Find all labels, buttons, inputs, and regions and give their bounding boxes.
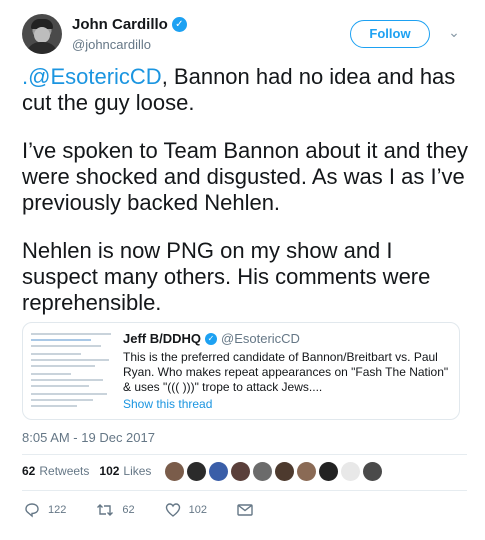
tweet-header: John Cardillo ✓ @johncardillo Follow ⌄ <box>22 14 467 58</box>
quoted-tweet-header: Jeff B/DDHQ ✓ @EsotericCD <box>123 331 300 346</box>
retweet-icon <box>97 504 114 516</box>
reply-count: 122 <box>48 504 67 516</box>
tweet-timestamp[interactable]: 8:05 AM - 19 Dec 2017 <box>22 430 155 445</box>
follow-button[interactable]: Follow <box>350 20 430 48</box>
author-avatar[interactable] <box>22 14 62 54</box>
liker-avatar[interactable] <box>341 461 361 481</box>
verified-badge-icon: ✓ <box>205 332 218 345</box>
reply-icon <box>25 503 39 518</box>
divider <box>22 490 467 491</box>
tweet-text: .@EsotericCD, Bannon had no idea and has… <box>22 64 470 338</box>
tweet-paragraph-3: Nehlen is now PNG on my show and I suspe… <box>22 238 431 315</box>
direct-message-action[interactable] <box>237 503 253 517</box>
chevron-down-icon[interactable]: ⌄ <box>446 24 462 40</box>
divider <box>22 454 467 455</box>
tweet-actions: 122 62 102 <box>24 502 283 518</box>
liker-avatar[interactable] <box>363 461 383 481</box>
liker-avatar[interactable] <box>209 461 229 481</box>
liker-avatar[interactable] <box>231 461 251 481</box>
liker-avatar[interactable] <box>187 461 207 481</box>
direct-message-icon <box>237 504 253 516</box>
liker-avatar[interactable] <box>319 461 339 481</box>
like-count: 102 <box>188 504 207 516</box>
liker-avatar[interactable] <box>275 461 295 481</box>
retweets-stat[interactable]: 62 Retweets <box>22 464 89 478</box>
author-name[interactable]: John Cardillo <box>72 16 168 33</box>
retweet-count: 62 <box>122 504 135 516</box>
liker-avatar[interactable] <box>297 461 317 481</box>
verified-badge-icon: ✓ <box>171 17 187 32</box>
quoted-tweet-card[interactable]: Jeff B/DDHQ ✓ @EsotericCD This is the pr… <box>22 322 460 420</box>
like-action[interactable]: 102 <box>165 502 207 518</box>
liker-avatar[interactable] <box>253 461 273 481</box>
retweet-action[interactable]: 62 <box>96 502 135 518</box>
quoted-tweet-thumbnail <box>31 329 127 415</box>
quoted-tweet-text: This is the preferred candidate of Banno… <box>123 350 449 394</box>
mention-link[interactable]: .@EsotericCD <box>22 64 162 89</box>
reply-action[interactable]: 122 <box>24 502 66 518</box>
author-name-row[interactable]: John Cardillo ✓ <box>72 16 187 33</box>
quoted-author-handle: @EsotericCD <box>221 331 300 346</box>
tweet-stats: 62 Retweets 102 Likes <box>22 458 383 484</box>
liker-avatars <box>165 461 383 481</box>
tweet-paragraph-2: I’ve spoken to Team Bannon about it and … <box>22 138 469 215</box>
show-thread-link[interactable]: Show this thread <box>123 397 212 411</box>
liker-avatar[interactable] <box>165 461 185 481</box>
author-handle[interactable]: @johncardillo <box>72 37 151 52</box>
quoted-author-name: Jeff B/DDHQ <box>123 331 202 346</box>
like-icon <box>165 503 180 517</box>
likes-stat[interactable]: 102 Likes <box>99 464 151 478</box>
tweet-paragraph-1: .@EsotericCD, Bannon had no idea and has… <box>22 64 470 116</box>
